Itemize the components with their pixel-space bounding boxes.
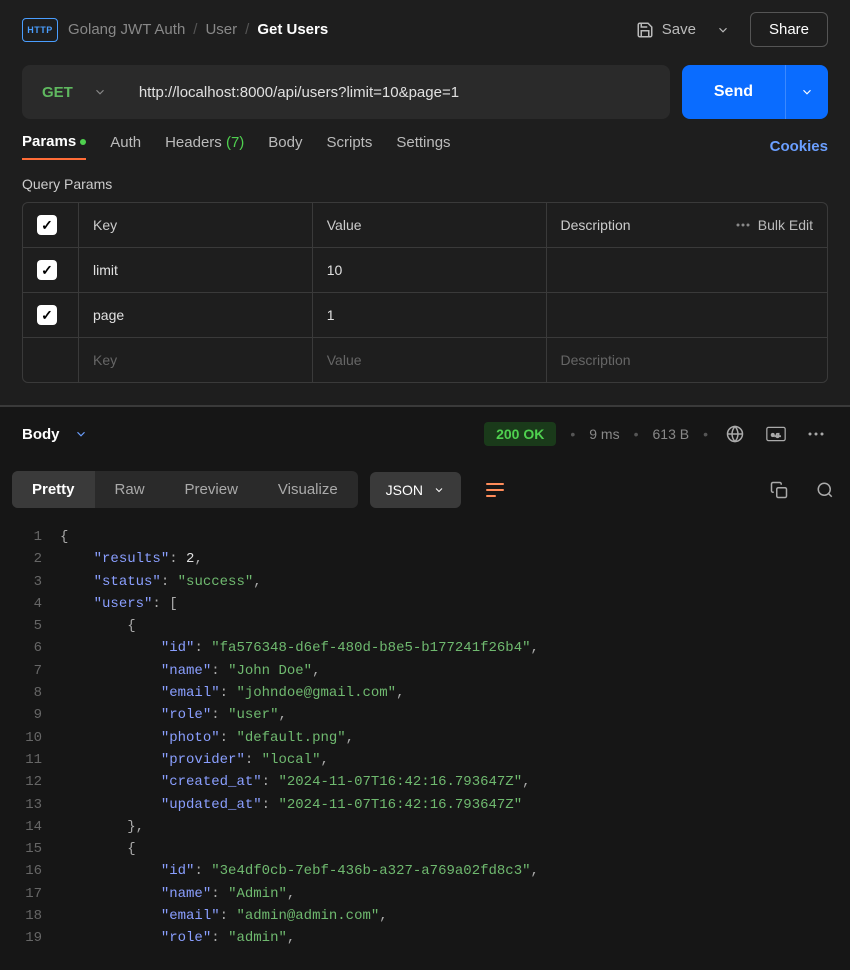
breadcrumb-current: Get Users — [257, 21, 328, 38]
chevron-down-icon — [93, 85, 107, 99]
wrap-icon — [485, 482, 505, 498]
param-row-empty: Key Value Description — [23, 338, 827, 382]
breadcrumb-folder[interactable]: User — [205, 21, 237, 38]
format-select[interactable]: JSON — [370, 472, 461, 508]
breadcrumb-collection[interactable]: Golang JWT Auth — [68, 21, 185, 38]
send-menu-chevron[interactable] — [785, 65, 828, 119]
search-button[interactable] — [812, 477, 838, 503]
svg-text:e.g.: e.g. — [771, 433, 781, 439]
chevron-down-icon[interactable] — [74, 427, 88, 441]
param-desc[interactable] — [547, 248, 828, 292]
response-body-label[interactable]: Body — [22, 426, 60, 443]
copy-button[interactable] — [766, 477, 792, 503]
url-input[interactable] — [127, 65, 670, 119]
format-tab-raw[interactable]: Raw — [95, 471, 165, 508]
select-all-checkbox[interactable]: ✓ — [37, 215, 57, 235]
tab-settings[interactable]: Settings — [396, 134, 450, 159]
row-checkbox[interactable] — [37, 350, 57, 370]
param-key-input[interactable]: Key — [79, 338, 313, 382]
tab-scripts[interactable]: Scripts — [327, 134, 373, 159]
format-tab-visualize[interactable]: Visualize — [258, 471, 358, 508]
save-icon — [636, 21, 654, 39]
chevron-down-icon — [433, 484, 445, 496]
row-checkbox[interactable]: ✓ — [37, 260, 57, 280]
col-description: Description — [561, 217, 631, 233]
example-icon[interactable]: e.g. — [762, 422, 790, 446]
breadcrumb: Golang JWT Auth / User / Get Users — [68, 21, 328, 38]
http-badge-icon: HTTP — [22, 18, 58, 42]
bulk-edit-button[interactable]: Bulk Edit — [736, 217, 813, 233]
tab-auth[interactable]: Auth — [110, 134, 141, 159]
status-badge: 200 OK — [484, 422, 556, 446]
response-body-code[interactable]: 1{2 "results": 2,3 "status": "success",4… — [0, 518, 850, 970]
param-value[interactable]: 10 — [313, 248, 547, 292]
chevron-down-icon — [800, 85, 814, 99]
more-icon[interactable] — [804, 428, 828, 440]
network-icon[interactable] — [722, 421, 748, 447]
row-checkbox[interactable]: ✓ — [37, 305, 57, 325]
format-tab-pretty[interactable]: Pretty — [12, 471, 95, 508]
search-icon — [816, 481, 834, 499]
chevron-down-icon — [716, 23, 730, 37]
share-button[interactable]: Share — [750, 12, 828, 47]
param-row: ✓ page 1 — [23, 293, 827, 338]
param-desc-input[interactable]: Description — [547, 338, 828, 382]
param-key[interactable]: limit — [79, 248, 313, 292]
tab-body[interactable]: Body — [268, 134, 302, 159]
response-time: 9 ms — [589, 426, 619, 442]
tab-params[interactable]: Params — [22, 133, 86, 160]
cookies-link[interactable]: Cookies — [770, 138, 828, 155]
method-select[interactable]: GET — [22, 65, 127, 119]
response-size: 613 B — [653, 426, 690, 442]
save-menu-chevron[interactable] — [708, 19, 738, 41]
tab-headers[interactable]: Headers (7) — [165, 134, 244, 159]
more-icon — [736, 223, 750, 227]
param-row: ✓ limit 10 — [23, 248, 827, 293]
param-value-input[interactable]: Value — [313, 338, 547, 382]
query-params-title: Query Params — [0, 166, 850, 202]
save-button[interactable]: Save — [636, 21, 696, 39]
col-value: Value — [313, 203, 547, 247]
param-desc[interactable] — [547, 293, 828, 337]
format-tab-preview[interactable]: Preview — [165, 471, 258, 508]
wrap-lines-button[interactable] — [473, 474, 517, 506]
copy-icon — [770, 481, 788, 499]
send-button[interactable]: Send — [682, 65, 785, 119]
param-value[interactable]: 1 — [313, 293, 547, 337]
params-table: ✓ Key Value Description Bulk Edit ✓ limi… — [22, 202, 828, 383]
param-key[interactable]: page — [79, 293, 313, 337]
col-key: Key — [79, 203, 313, 247]
